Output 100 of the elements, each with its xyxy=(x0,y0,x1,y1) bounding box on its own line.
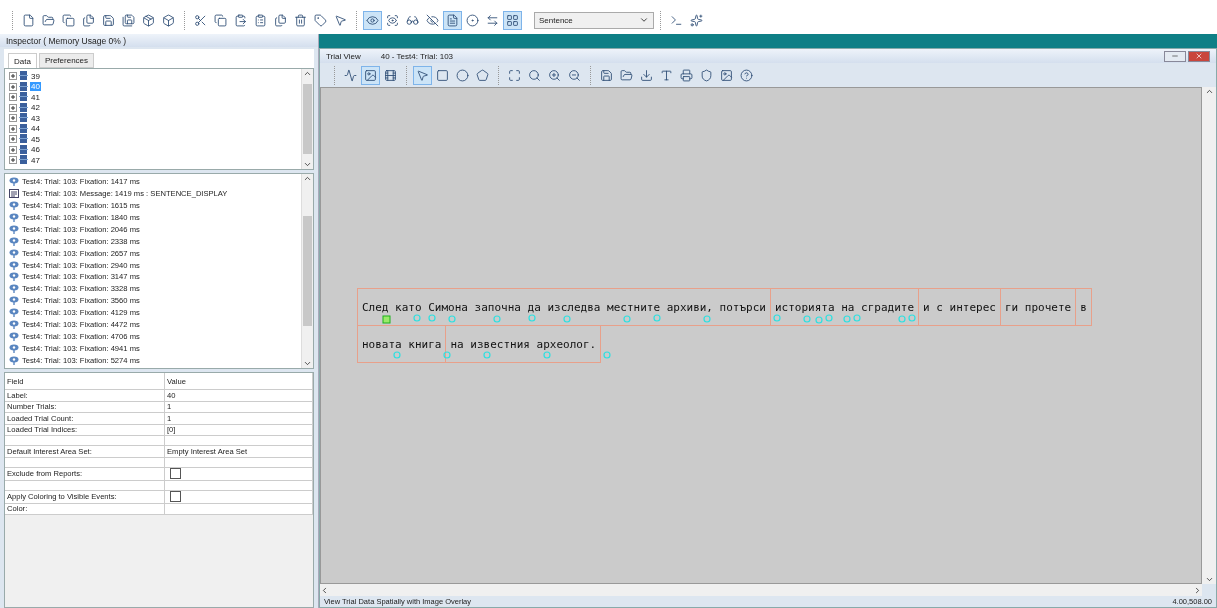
node-icon xyxy=(19,81,28,92)
grid-button[interactable] xyxy=(503,10,522,30)
checkbox[interactable] xyxy=(170,468,181,479)
save-all-icon xyxy=(122,13,135,27)
interest-area: на известния археолог. xyxy=(445,325,602,363)
fixation-icon xyxy=(9,284,19,294)
grid-icon xyxy=(506,13,519,27)
file-icon xyxy=(22,13,35,27)
scroll-down-icon[interactable] xyxy=(303,160,312,169)
tree-item[interactable]: 39 xyxy=(30,71,41,81)
tree-item[interactable]: 41 xyxy=(30,92,41,102)
ellipse-icon xyxy=(456,68,469,82)
text-icon xyxy=(660,68,673,82)
eye-button[interactable] xyxy=(363,10,382,30)
clipboard-icon xyxy=(234,13,247,27)
fixation-icon xyxy=(9,331,19,341)
scrollbar[interactable] xyxy=(320,584,1202,596)
node-icon xyxy=(19,144,28,155)
fixation-icon xyxy=(9,319,19,329)
expand-icon xyxy=(9,156,17,165)
interest-area: историята на сградите xyxy=(770,288,920,326)
glasses-icon xyxy=(406,13,419,27)
close-button[interactable] xyxy=(1188,50,1210,62)
view-dropdown[interactable]: Sentence xyxy=(534,11,654,29)
folder-icon xyxy=(620,68,633,82)
help-icon xyxy=(740,68,753,82)
scrollbar[interactable] xyxy=(301,69,313,169)
fixation-icon xyxy=(9,224,19,234)
document-icon xyxy=(446,13,459,27)
minimize-icon xyxy=(1171,52,1179,60)
tag-icon xyxy=(314,13,327,27)
dot-icon xyxy=(466,13,479,27)
interest-area: в xyxy=(1075,288,1092,326)
fixation-icon xyxy=(9,260,19,270)
fixation-icon xyxy=(9,213,19,223)
checkbox[interactable] xyxy=(170,491,181,502)
close-icon xyxy=(1195,52,1203,60)
scrollbar[interactable] xyxy=(301,174,313,368)
scroll-up-icon[interactable] xyxy=(1204,87,1214,96)
image-button[interactable] xyxy=(361,65,380,85)
tree-item[interactable]: 45 xyxy=(30,134,41,144)
scroll-left-icon[interactable] xyxy=(320,585,329,595)
copy-icon xyxy=(62,13,75,27)
copy-icon xyxy=(214,13,227,27)
panel-title: Inspector ( Memory Usage 0% ) xyxy=(6,35,126,46)
search-icon xyxy=(528,68,541,82)
interest-area: ги прочете xyxy=(999,288,1077,326)
fixation-icon xyxy=(9,355,19,365)
node-icon xyxy=(19,134,28,145)
pages-icon xyxy=(274,13,287,27)
pointer-icon xyxy=(334,13,347,27)
node-icon xyxy=(19,92,28,103)
scissors-icon xyxy=(194,13,207,27)
scroll-right-icon[interactable] xyxy=(1193,585,1202,595)
trash-icon xyxy=(294,13,307,27)
fixation-icon xyxy=(9,343,19,353)
tree-item[interactable]: 42 xyxy=(30,103,41,113)
fixation-icon xyxy=(9,177,19,187)
minimize-button[interactable] xyxy=(1164,50,1186,62)
scroll-down-icon[interactable] xyxy=(1204,575,1214,584)
fixation-icon xyxy=(9,236,19,246)
swap-arrows-icon xyxy=(486,13,499,27)
scroll-down-icon[interactable] xyxy=(303,359,312,368)
picture-frame-icon xyxy=(720,68,733,82)
polygon-icon xyxy=(476,68,489,82)
zoom-in-icon xyxy=(548,68,561,82)
line-chart-icon xyxy=(344,68,357,82)
fixation-icon xyxy=(9,296,19,306)
fixation-icon xyxy=(9,272,19,282)
interest-area: новата книга xyxy=(357,325,447,363)
tree-item[interactable]: 44 xyxy=(30,124,41,134)
shield-icon xyxy=(700,68,713,82)
pointer-button[interactable] xyxy=(413,65,432,85)
tree-item[interactable]: 43 xyxy=(30,113,41,123)
window-title: Trial View xyxy=(326,51,361,61)
image-icon xyxy=(364,68,377,82)
eye-off-icon xyxy=(426,13,439,27)
printer-icon xyxy=(680,68,693,82)
scroll-up-icon[interactable] xyxy=(303,174,312,183)
package-icon xyxy=(142,13,155,27)
cube-icon xyxy=(162,13,175,27)
tree-item[interactable]: 47 xyxy=(30,155,41,165)
interest-area: и с интерес xyxy=(918,288,1001,326)
node-icon xyxy=(19,102,28,113)
terminal-icon xyxy=(670,13,683,27)
save-icon xyxy=(600,68,613,82)
fit-icon xyxy=(508,68,521,82)
folder-icon xyxy=(42,13,55,27)
document-button[interactable] xyxy=(443,10,462,30)
node-icon xyxy=(19,113,28,124)
tree-item[interactable]: 46 xyxy=(30,145,41,155)
eye-icon xyxy=(366,13,379,27)
panel-tab[interactable]: Data xyxy=(8,53,37,68)
message-icon xyxy=(9,189,19,199)
chevron-down-icon xyxy=(639,15,649,25)
save-icon xyxy=(102,13,115,27)
scrollbar[interactable] xyxy=(1202,87,1216,584)
scroll-up-icon[interactable] xyxy=(303,69,312,78)
panel-tab[interactable]: Preferences xyxy=(38,53,95,68)
film-icon xyxy=(384,68,397,82)
